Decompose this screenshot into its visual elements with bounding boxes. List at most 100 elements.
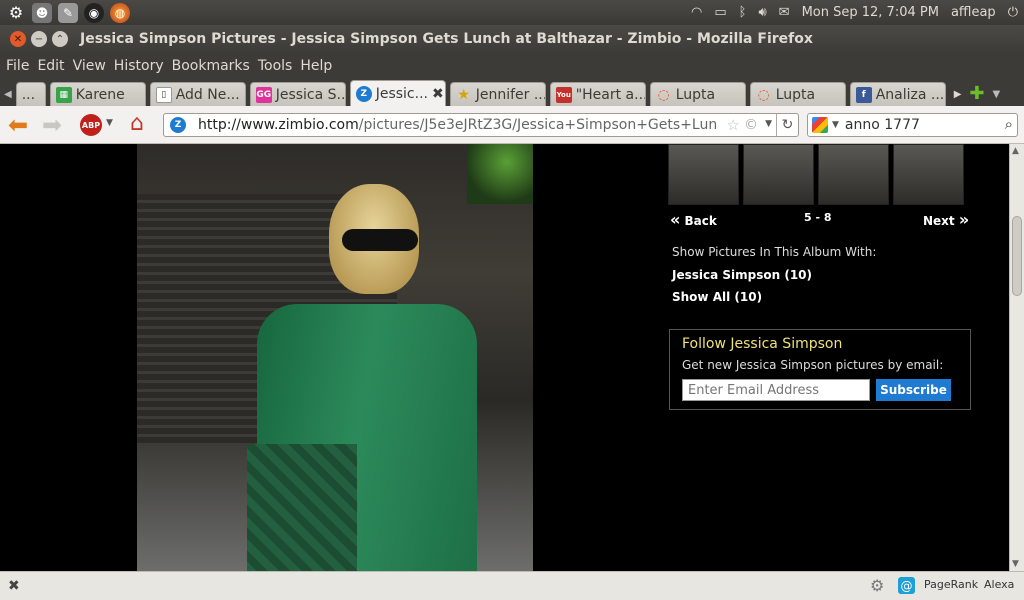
settings-gear-icon[interactable]: ⚙: [870, 576, 884, 595]
people-icon[interactable]: ☻: [32, 2, 52, 23]
thumbnail-6[interactable]: [743, 144, 814, 205]
search-magnifier-icon[interactable]: ⌕: [1005, 115, 1013, 133]
page-info-icon[interactable]: ©: [744, 117, 758, 133]
forward-arrow-icon[interactable]: ➡: [42, 111, 62, 139]
filter-jessica-simpson-link[interactable]: Jessica Simpson (10): [672, 268, 812, 282]
volume-icon[interactable]: 🔊︎: [758, 5, 766, 20]
menu-bookmarks[interactable]: Bookmarks: [172, 58, 250, 74]
maximize-window-icon[interactable]: ⌃: [52, 31, 68, 47]
wifi-icon[interactable]: ◠: [691, 5, 702, 20]
tab-bar: ◀ ... ▦ Karene ▯ Add Ne... GG Jessica S... …: [0, 78, 1024, 106]
thumbnail-8[interactable]: [893, 144, 964, 205]
user-name[interactable]: affleap: [951, 5, 996, 20]
media-icon[interactable]: ◉: [84, 2, 104, 23]
url-domain: http://www.zimbio.com: [198, 117, 359, 133]
url-history-dropdown-icon[interactable]: ▼: [765, 119, 772, 129]
new-tab-icon[interactable]: ✚: [969, 83, 984, 104]
back-arrow-icon[interactable]: ⬅: [8, 111, 28, 139]
tab-analiza[interactable]: f Analiza ...: [849, 82, 946, 106]
adblock-menu-icon[interactable]: ▼: [106, 118, 113, 128]
thumbnail-5[interactable]: [668, 144, 739, 205]
reload-icon[interactable]: ↻: [776, 114, 798, 136]
minimize-window-icon[interactable]: −: [31, 31, 47, 47]
star-icon: ★: [457, 86, 470, 103]
tab-scroll-right-icon[interactable]: ▶: [954, 89, 962, 100]
menu-help[interactable]: Help: [300, 58, 332, 74]
email-field[interactable]: [682, 379, 870, 401]
bluetooth-icon[interactable]: ᛒ: [739, 5, 747, 20]
thumbnail-7[interactable]: [818, 144, 889, 205]
tab-jessica-gg[interactable]: GG Jessica S...: [249, 82, 346, 106]
show-pictures-label: Show Pictures In This Album With:: [672, 245, 877, 259]
window-title: Jessica Simpson Pictures - Jessica Simps…: [80, 31, 813, 47]
follow-box: Follow Jessica Simpson Get new Jessica S…: [669, 329, 971, 410]
status-bar: ✖ ⚙ @ PageRank Alexa: [0, 571, 1024, 600]
menu-bar: File Edit View History Bookmarks Tools H…: [0, 53, 1024, 78]
alexa-label[interactable]: Alexa: [984, 578, 1014, 591]
top-panel: ⚙ ☻ ✎ ◉ ◍ ◠ ▭ ᛒ 🔊︎ ✉ Mon Sep 12, 7:04 PM…: [0, 0, 1024, 25]
at-sign-icon[interactable]: @: [898, 577, 915, 594]
menu-edit[interactable]: Edit: [37, 58, 64, 74]
page-range: 5 - 8: [804, 211, 832, 224]
zimbio-icon: Z: [355, 85, 372, 102]
facebook-icon: f: [855, 86, 872, 103]
scroll-thumb[interactable]: [1012, 216, 1022, 296]
zimbio-site-icon: Z: [170, 117, 186, 133]
google-icon[interactable]: [812, 117, 828, 133]
clock[interactable]: Mon Sep 12, 7:04 PM: [802, 5, 939, 20]
tab-add-new[interactable]: ▯ Add Ne...: [149, 82, 246, 106]
scroll-up-icon[interactable]: ▲: [1012, 146, 1019, 156]
adblock-icon[interactable]: ABP: [80, 114, 102, 136]
subscribe-button[interactable]: Subscribe: [876, 379, 951, 401]
loading-icon: ◌: [657, 86, 670, 103]
youtube-icon: You: [555, 86, 572, 103]
album-thumbnails: [668, 144, 968, 206]
vertical-scrollbar[interactable]: ▲ ▼: [1009, 144, 1024, 571]
main-photo[interactable]: [137, 144, 533, 571]
bookmark-star-icon[interactable]: ☆: [727, 116, 740, 134]
search-engine-dropdown-icon[interactable]: ▼: [832, 120, 839, 130]
tab-karene[interactable]: ▦ Karene: [49, 82, 146, 106]
window-titlebar: ✕ − ⌃ Jessica Simpson Pictures - Jessica…: [0, 25, 1024, 53]
tab-lupta-1[interactable]: ◌ Lupta: [649, 82, 746, 106]
pagerank-label[interactable]: PageRank: [924, 578, 978, 591]
scroll-down-icon[interactable]: ▼: [1012, 559, 1019, 569]
album-pager: « Back 5 - 8 Next »: [670, 210, 970, 230]
editor-icon[interactable]: ✎: [58, 2, 78, 23]
follow-title: Follow Jessica Simpson: [682, 336, 843, 352]
menu-tools[interactable]: Tools: [258, 58, 293, 74]
menu-view[interactable]: View: [73, 58, 106, 74]
close-window-icon[interactable]: ✕: [10, 31, 26, 47]
tab-list-icon[interactable]: ▼: [993, 89, 1001, 100]
photo-figure: [247, 184, 477, 571]
battery-icon[interactable]: ▭: [714, 5, 726, 20]
menu-file[interactable]: File: [6, 58, 29, 74]
url-path: /pictures/J5e3eJRtZ3G/Jessica+Simpson+Ge…: [358, 117, 718, 133]
ubuntu-menu-icon[interactable]: ⚙: [6, 3, 26, 23]
menu-history[interactable]: History: [114, 58, 164, 74]
power-icon[interactable]: ⏻: [1008, 5, 1018, 20]
tab-jennifer[interactable]: ★ Jennifer ...: [449, 82, 546, 106]
close-tab-icon[interactable]: ✖: [432, 86, 444, 102]
spreadsheet-icon: ▦: [55, 86, 72, 103]
loading-icon: ◌: [757, 86, 770, 103]
search-bar[interactable]: ▼ ⌕: [807, 113, 1018, 137]
url-bar[interactable]: Z http://www.zimbio.com/pictures/J5e3eJR…: [163, 113, 799, 137]
tab-jessica-zimbio[interactable]: Z Jessic... ✖: [349, 80, 446, 106]
page-content: « Back 5 - 8 Next » Show Pictures In Thi…: [0, 144, 1009, 571]
tab-scroll-left-icon[interactable]: ◀: [4, 89, 12, 100]
mail-icon[interactable]: ✉: [779, 5, 790, 20]
filter-show-all-link[interactable]: Show All (10): [672, 290, 762, 304]
search-input[interactable]: [844, 117, 995, 133]
home-icon[interactable]: ⌂: [130, 111, 144, 136]
navigation-toolbar: ⬅ ➡ ABP ▼ ⌂ Z http://www.zimbio.com/pict…: [0, 106, 1024, 144]
back-link[interactable]: « Back: [670, 210, 717, 229]
tab-lupta-2[interactable]: ◌ Lupta: [749, 82, 846, 106]
gg-icon: GG: [255, 86, 272, 103]
page-icon: ▯: [155, 86, 172, 103]
close-status-icon[interactable]: ✖: [8, 578, 20, 594]
tab-youtube[interactable]: You "Heart a...: [549, 82, 646, 106]
tab-overflow[interactable]: ...: [15, 82, 46, 106]
next-link[interactable]: Next »: [923, 210, 969, 229]
firefox-icon[interactable]: ◍: [110, 2, 130, 23]
